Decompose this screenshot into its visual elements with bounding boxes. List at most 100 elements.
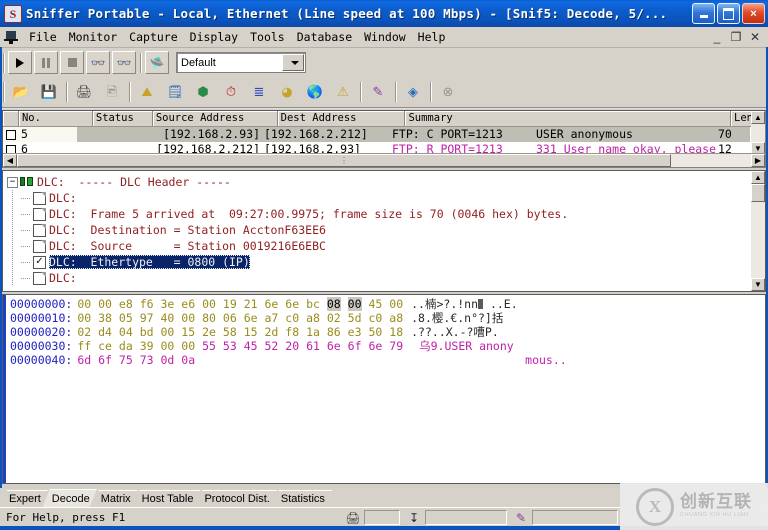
pie-chart-button[interactable]: ◕ (274, 79, 300, 105)
network-icon (20, 176, 34, 188)
menu-capture[interactable]: Capture (123, 28, 183, 46)
status-pane-1 (364, 510, 400, 525)
column-header-no[interactable]: No. (19, 111, 93, 126)
table-row[interactable]: 5 [192.168.2.93] [192.168.2.212] FTP: C … (3, 127, 765, 142)
decode-tree-vscrollbar[interactable]: ▲ ▼ (751, 171, 765, 291)
tree-row-next-partial[interactable] (7, 286, 750, 291)
cell-len: 70 (716, 127, 750, 142)
tree-indent-guide (7, 206, 21, 222)
row-checkbox-cell[interactable] (3, 127, 19, 142)
save-button[interactable]: 💾 (36, 79, 62, 105)
stop-capture-button[interactable] (60, 51, 84, 74)
stop-icon (67, 58, 77, 67)
tree-row-frame-info[interactable]: DLC: Frame 5 arrived at 09:27:00.9975; f… (7, 206, 750, 222)
scroll-right-button[interactable]: ▶ (751, 154, 765, 167)
tree-row-blank-1[interactable]: DLC: (7, 190, 750, 206)
decode-tree-pane: − DLC: ----- DLC Header ----- DLC: DLC: … (2, 170, 766, 292)
capture-profile-select[interactable]: Default (176, 52, 306, 73)
tab-statistics[interactable]: Statistics (272, 490, 332, 507)
tab-protocol-dist[interactable]: Protocol Dist. (195, 490, 276, 507)
host-table-button[interactable]: 🗒 (162, 79, 188, 105)
pause-capture-button[interactable] (34, 51, 58, 74)
mdi-minimize-button[interactable]: _ (710, 30, 724, 44)
document-icon (33, 223, 46, 237)
protocol-dist-button[interactable]: ≣ (246, 79, 272, 105)
hex-offset: 00000040: (10, 353, 73, 367)
stop-and-display-button[interactable]: 👓 (86, 51, 110, 74)
alarm-button[interactable]: ⏱ (218, 79, 244, 105)
tab-matrix[interactable]: Matrix (92, 490, 138, 507)
binoculars-dim-icon: 👓 (90, 55, 106, 70)
watermark-circle-x-icon: X (636, 487, 674, 526)
menu-display[interactable]: Display (184, 28, 244, 46)
menu-help[interactable]: Help (412, 28, 452, 46)
maximize-button[interactable] (717, 3, 740, 24)
close-button[interactable]: × (742, 3, 765, 24)
column-header-summary[interactable]: Summary (405, 111, 732, 126)
cell-no: 5 (19, 127, 77, 142)
column-header-status[interactable]: Status (93, 111, 153, 126)
menu-tools[interactable]: Tools (244, 28, 291, 46)
menu-database[interactable]: Database (291, 28, 358, 46)
menu-file[interactable]: File (23, 28, 63, 46)
collapse-expander-icon[interactable]: − (7, 176, 18, 188)
tab-host-table[interactable]: Host Table (133, 490, 201, 507)
tree-elbow-guide (21, 222, 33, 238)
minimize-icon (699, 15, 708, 18)
decode-button[interactable]: ◈ (400, 79, 426, 105)
chevron-down-icon[interactable] (282, 54, 304, 71)
vscroll-thumb[interactable] (751, 184, 765, 202)
menu-window[interactable]: Window (358, 28, 412, 46)
hex-offset: 00000000: (10, 297, 73, 311)
packet-generator-button[interactable]: ✎ (365, 79, 391, 105)
hex-ascii: mous.. (525, 353, 567, 367)
hex-dump-pane[interactable]: 00000000: 00 00 e8 f6 3e e6 00 19 21 6e … (2, 294, 766, 484)
mdi-restore-button[interactable]: ❐ (729, 30, 743, 44)
define-filter-button[interactable]: 🛸 (145, 51, 169, 74)
checked-document-icon: ✓ (33, 255, 46, 269)
tree-row-destination[interactable]: DLC: Destination = Station AcctonF63EE6 (7, 222, 750, 238)
global-statistics-button[interactable]: 🌎 (302, 79, 328, 105)
scroll-up-button[interactable]: ▲ (751, 171, 765, 184)
stop-display-button[interactable]: ⊗ (435, 79, 461, 105)
column-header-dest[interactable]: Dest Address (278, 111, 406, 126)
tab-expert[interactable]: Expert (0, 490, 48, 507)
checkbox-icon[interactable] (6, 129, 16, 140)
vscroll-track[interactable] (751, 202, 765, 278)
open-button[interactable]: 📂 (8, 79, 34, 105)
tree-row-blank-2[interactable]: DLC: (7, 270, 750, 286)
column-header-check[interactable] (3, 111, 19, 126)
print-button[interactable]: 🖨 (71, 79, 97, 105)
start-capture-button[interactable] (8, 51, 32, 74)
scroll-down-button[interactable]: ▼ (751, 278, 765, 291)
matrix-button[interactable]: ⬢ (190, 79, 216, 105)
toolbar-separator (129, 82, 130, 102)
decode-tree-list: − DLC: ----- DLC Header ----- DLC: DLC: … (3, 171, 750, 291)
packet-list-vscrollbar[interactable]: ▲ ▼ (751, 111, 765, 155)
column-header-source[interactable]: Source Address (153, 111, 278, 126)
tree-row-dlc-header[interactable]: − DLC: ----- DLC Header ----- (7, 174, 750, 190)
hex-bytes: 6d 6f 75 73 0d 0a (77, 353, 196, 367)
scroll-up-button[interactable]: ▲ (751, 111, 765, 124)
vscroll-track[interactable] (751, 124, 765, 142)
window-title: Sniffer Portable - Local, Ethernet (Line… (26, 6, 668, 21)
sniffer-s-icon: S (4, 4, 22, 23)
mdi-close-button[interactable]: ✕ (748, 30, 762, 44)
menu-monitor[interactable]: Monitor (63, 28, 123, 46)
tab-decode[interactable]: Decode (43, 489, 97, 507)
menu-bar: File Monitor Capture Display Tools Datab… (0, 27, 768, 48)
hscroll-track[interactable]: ⋮ (17, 154, 751, 167)
print-preview-button[interactable]: 🖻 (99, 79, 125, 105)
packet-list-hscrollbar[interactable]: ◀ ⋮ ▶ (3, 153, 765, 167)
status-pane-3 (532, 510, 618, 525)
expert-button[interactable]: ⚠ (330, 79, 356, 105)
minimize-button[interactable] (692, 3, 715, 24)
cell-source: [192.168.2.93] (137, 127, 262, 142)
dashboard-button[interactable]: ⛰ (134, 79, 160, 105)
hscroll-thumb[interactable]: ⋮ (17, 154, 671, 167)
tree-indent-guide (7, 254, 21, 270)
tree-row-source[interactable]: DLC: Source = Station 0019216E6EBC (7, 238, 750, 254)
display-button[interactable]: 👓 (112, 51, 136, 74)
tree-row-ethertype[interactable]: ✓ DLC: Ethertype = 0800 (IP) (7, 254, 750, 270)
scroll-left-button[interactable]: ◀ (3, 154, 17, 167)
